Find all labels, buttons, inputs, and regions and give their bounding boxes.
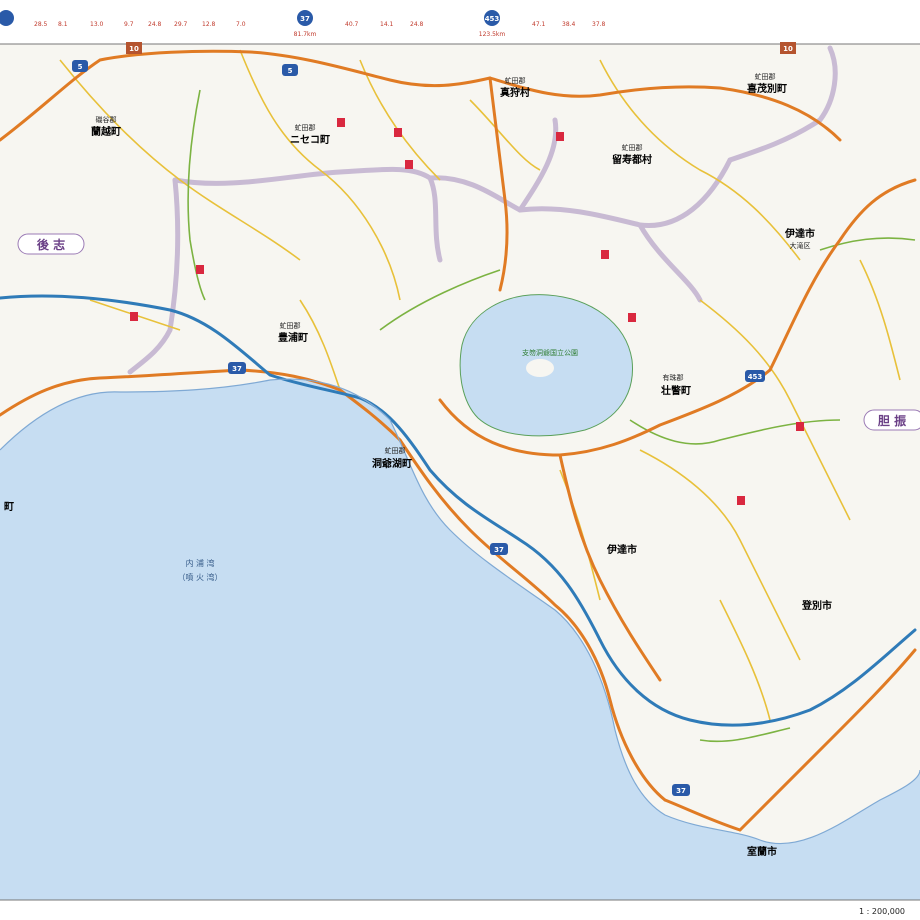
makkari-sub: 虻田郡 bbox=[505, 76, 526, 85]
route-37-south-label: 37 bbox=[494, 546, 504, 554]
dist-a-0: 28.5 bbox=[34, 21, 48, 28]
left-edge-town-label: 町 bbox=[4, 501, 14, 513]
dist-c-1: 38.4 bbox=[562, 21, 576, 28]
map-canvas: 37 453 81.7km 123.5km 28.5 8.1 13.0 9.7 … bbox=[0, 0, 920, 920]
kimobetsu-sub: 虻田郡 bbox=[755, 72, 776, 81]
header-strip bbox=[0, 0, 920, 44]
toyako-label: 洞爺湖町 bbox=[372, 457, 412, 470]
road-map: 37 453 81.7km 123.5km 28.5 8.1 13.0 9.7 … bbox=[0, 0, 920, 920]
header-route-37: 37 bbox=[300, 15, 310, 23]
dist-a-2: 13.0 bbox=[90, 21, 104, 28]
route-37-muroran-label: 37 bbox=[676, 787, 686, 795]
rankoshi-sub: 磯谷郡 bbox=[96, 115, 117, 124]
muroran-label: 室蘭市 bbox=[747, 845, 777, 858]
dist-a-6: 12.8 bbox=[202, 21, 216, 28]
toyako-sub: 虻田郡 bbox=[385, 446, 406, 455]
sea-alt-label: （噴 火 湾） bbox=[177, 572, 222, 582]
route-5-west-label: 5 bbox=[78, 63, 83, 71]
header-route-453: 453 bbox=[485, 15, 500, 23]
dist-a-1: 8.1 bbox=[58, 21, 68, 28]
toyoura-sub: 虻田郡 bbox=[280, 321, 301, 330]
dist-a-3: 9.7 bbox=[124, 21, 134, 28]
dist-a-7: 7.0 bbox=[236, 21, 246, 28]
dist-b-2: 24.8 bbox=[410, 21, 424, 28]
region-iburi: 胆 振 bbox=[878, 413, 906, 428]
sea-label: 内 浦 湾 bbox=[185, 558, 214, 568]
date-north-sub: 大滝区 bbox=[790, 241, 811, 250]
niseko-label: ニセコ町 bbox=[290, 134, 330, 146]
niseko-sub: 虻田郡 bbox=[295, 123, 316, 132]
route-37-label: 37 bbox=[232, 365, 242, 373]
noboribetsu-label: 登別市 bbox=[801, 599, 832, 612]
dist-b-1: 14.1 bbox=[380, 21, 394, 28]
route-5-label: 5 bbox=[288, 67, 293, 75]
header-total-453: 123.5km bbox=[479, 31, 506, 38]
dist-c-2: 37.8 bbox=[592, 21, 606, 28]
page-ref-left-label: 10 bbox=[129, 45, 139, 53]
rusutsu-sub: 虻田郡 bbox=[622, 143, 643, 152]
rankoshi-label: 蘭越町 bbox=[91, 125, 121, 138]
route-453-label: 453 bbox=[748, 373, 763, 381]
date-south-label: 伊達市 bbox=[606, 543, 637, 556]
dist-a-4: 24.8 bbox=[148, 21, 162, 28]
scale-label: 1 : 200,000 bbox=[859, 907, 905, 916]
makkari-label: 真狩村 bbox=[500, 86, 530, 99]
region-shiribeshi: 後 志 bbox=[37, 237, 65, 252]
toyoura-label: 豊浦町 bbox=[278, 331, 308, 344]
dist-a-5: 29.7 bbox=[174, 21, 188, 28]
date-north-label: 伊達市 bbox=[784, 227, 815, 240]
rusutsu-label: 留寿都村 bbox=[612, 153, 652, 166]
kimobetsu-label: 喜茂別町 bbox=[747, 82, 787, 95]
dist-b-0: 40.7 bbox=[345, 21, 359, 28]
nakajima-island bbox=[526, 359, 554, 377]
park-label: 支笏洞爺国立公園 bbox=[522, 348, 578, 357]
sobetsu-label: 壮瞥町 bbox=[661, 384, 691, 397]
dist-c-0: 47.1 bbox=[532, 21, 546, 28]
page-ref-right-label: 10 bbox=[783, 45, 793, 53]
sobetsu-sub: 有珠郡 bbox=[663, 373, 684, 382]
header-total-37: 81.7km bbox=[294, 31, 317, 38]
footer-strip bbox=[0, 900, 920, 920]
